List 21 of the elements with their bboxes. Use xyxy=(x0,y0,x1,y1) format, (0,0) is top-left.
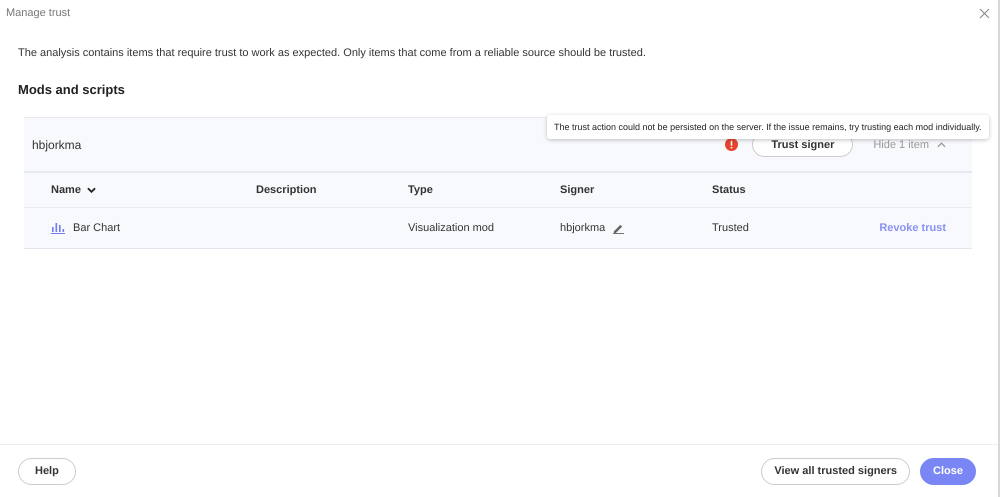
column-header[interactable]: Type xyxy=(408,184,560,196)
dialog-title: Manage trust xyxy=(6,7,70,19)
description-text: The analysis contains items that require trust to work as expected. Only items that come from a reliable source should be trusted. xyxy=(18,47,647,59)
view-all-signers-button[interactable]: View all trusted signers xyxy=(761,458,910,484)
column-header[interactable]: Status xyxy=(712,184,836,196)
help-button[interactable]: Help xyxy=(18,458,76,484)
section-heading: Mods and scripts xyxy=(18,82,126,97)
table-cell: Visualization mod xyxy=(408,222,494,234)
chevron-icon xyxy=(937,142,946,148)
error-tooltip: The trust action could not be persisted on the server. If the issue remains, try trusting each mod individually. xyxy=(547,115,989,139)
column-header[interactable]: Name xyxy=(51,184,256,196)
table-cell: Bar Chart xyxy=(73,222,120,234)
bar-chart-icon xyxy=(51,222,65,234)
edit-icon[interactable] xyxy=(613,222,624,234)
column-header[interactable]: Description xyxy=(256,184,408,196)
close-icon[interactable] xyxy=(979,8,990,18)
sort-caret-icon[interactable] xyxy=(86,187,96,193)
signer-name: hbjorkma xyxy=(32,138,82,152)
column-header[interactable]: Signer xyxy=(560,184,712,196)
table-cell: hbjorkma xyxy=(560,222,606,234)
table-cell: Trusted xyxy=(712,222,749,234)
